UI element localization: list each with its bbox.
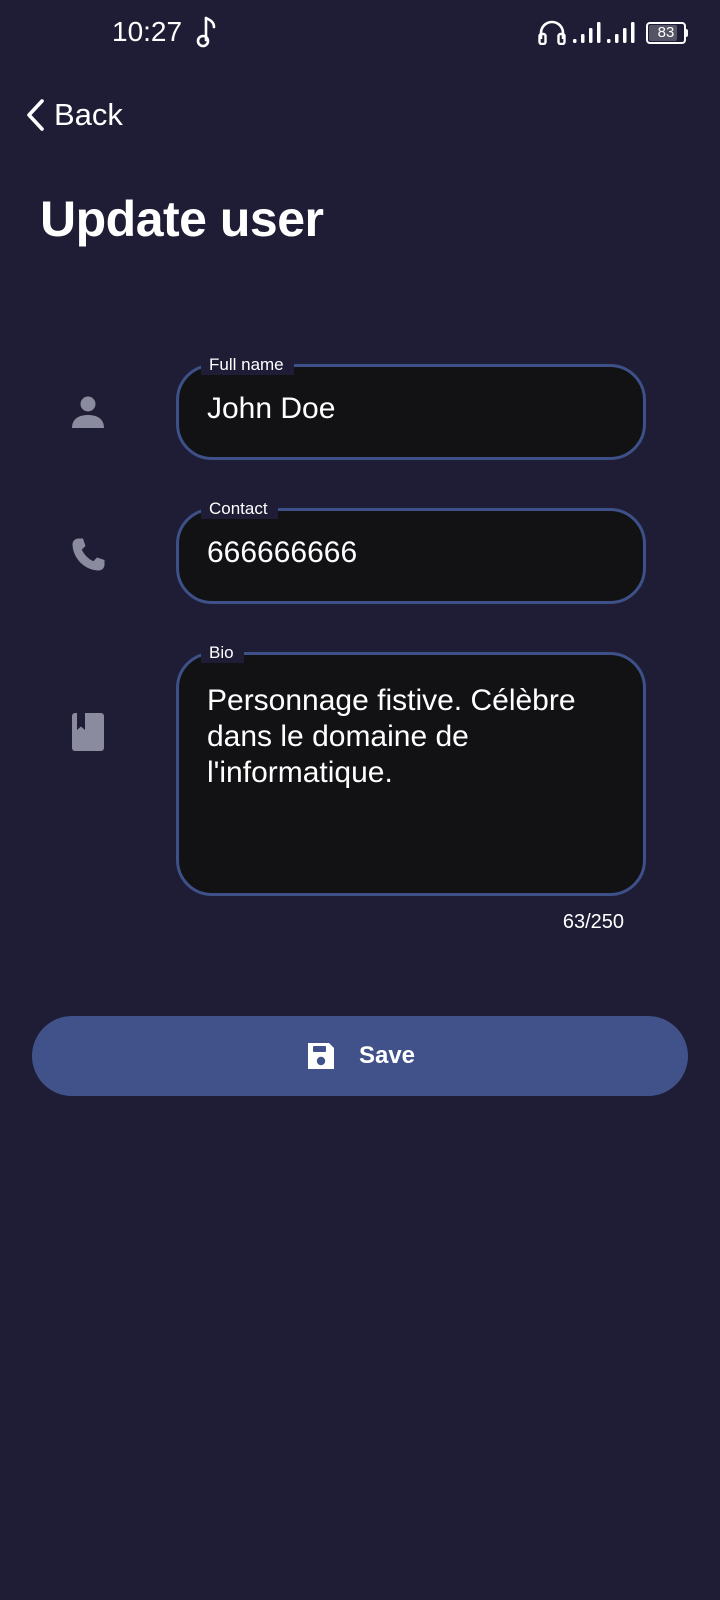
battery-icon: 83 — [646, 22, 688, 44]
save-label: Save — [358, 1042, 416, 1069]
full-name-field[interactable]: Full name John Doe — [176, 355, 646, 460]
contact-label: Contact — [201, 499, 278, 519]
phone-icon — [72, 538, 105, 571]
floppy-disk-icon — [307, 1043, 334, 1069]
save-button[interactable]: Save — [32, 1016, 688, 1096]
signal-icon — [607, 22, 635, 43]
book-icon — [72, 713, 104, 751]
contact-input[interactable]: 666666666 — [207, 535, 617, 571]
page-title: Update user — [40, 191, 324, 247]
status-bar: 10:27 83 — [0, 0, 720, 66]
bio-textarea[interactable]: Personnage fistive. Célèbre dans le doma… — [207, 683, 617, 791]
back-label: Back — [54, 97, 123, 132]
signal-icon — [573, 22, 601, 43]
headphones-icon — [538, 20, 566, 45]
back-button[interactable]: Back — [24, 92, 123, 138]
full-name-input[interactable]: John Doe — [207, 391, 617, 427]
music-note-icon — [196, 16, 216, 48]
bio-character-counter: 63/250 — [562, 911, 624, 933]
full-name-label: Full name — [201, 355, 294, 375]
chevron-left-icon — [27, 99, 44, 131]
bio-field[interactable]: Bio Personnage fistive. Célèbre dans le … — [176, 643, 646, 896]
battery-level: 83 — [657, 24, 675, 41]
contact-field[interactable]: Contact 666666666 — [176, 499, 646, 604]
person-icon — [72, 396, 104, 428]
status-time: 10:27 — [112, 16, 183, 47]
bio-label: Bio — [201, 643, 244, 663]
